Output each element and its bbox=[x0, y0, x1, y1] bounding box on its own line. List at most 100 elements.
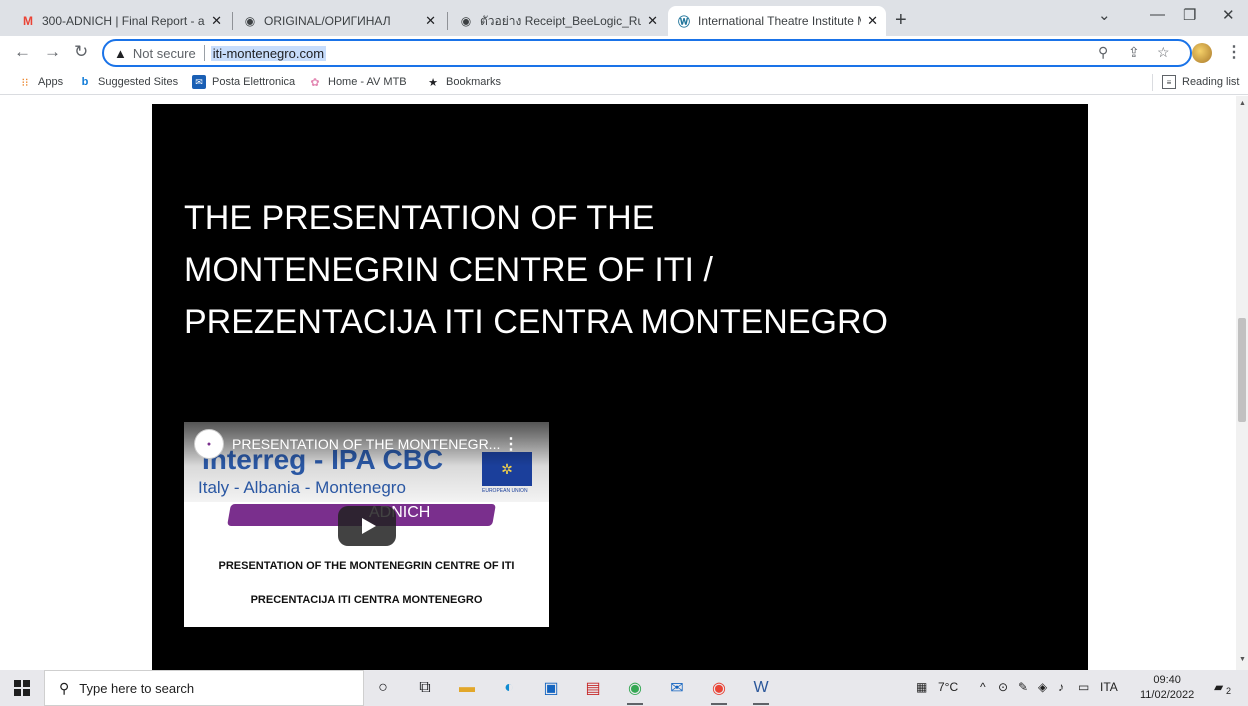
play-button[interactable] bbox=[338, 506, 396, 546]
tab-iti-active[interactable]: Ⓦ International Theatre Institute M ✕ bbox=[668, 6, 886, 36]
gift-icon[interactable]: ▤ bbox=[582, 677, 604, 699]
mail-icon: ✉ bbox=[192, 75, 206, 89]
video-caption-en: PRESENTATION OF THE MONTENEGRIN CENTRE O… bbox=[218, 560, 515, 572]
store-icon[interactable]: ▣ bbox=[540, 677, 562, 699]
kebab-menu-icon[interactable]: ⋮ bbox=[1226, 42, 1242, 62]
browser-toolbar: ← → ↻ ▲ Not secure iti-montenegro.com ⚲ … bbox=[0, 36, 1248, 70]
notification-center-icon[interactable]: ▰ bbox=[1214, 680, 1223, 694]
bookmark-star-icon[interactable]: ☆ bbox=[1157, 44, 1170, 61]
pen-icon[interactable]: ✎ bbox=[1018, 680, 1028, 694]
zoom-icon[interactable]: ⚲ bbox=[1098, 44, 1108, 61]
share-icon[interactable]: ⇪ bbox=[1128, 44, 1140, 61]
tab-search-chevron-icon[interactable]: ⌄ bbox=[1098, 6, 1111, 24]
bookmarks-bar: ⁝⁝ Apps b Suggested Sites ✉ Posta Elettr… bbox=[0, 70, 1248, 95]
minimize-button[interactable]: — bbox=[1150, 6, 1165, 23]
heading-line: PREZENTACIJA ITI CENTRA MONTENEGRO bbox=[184, 303, 888, 341]
bookmark-label: Home - AV MTB bbox=[328, 76, 407, 88]
divider bbox=[203, 45, 205, 61]
reading-list-label: Reading list bbox=[1182, 76, 1240, 88]
language-indicator[interactable]: ITA bbox=[1100, 680, 1118, 694]
chrome-icon[interactable]: ◉ bbox=[624, 677, 646, 705]
battery-icon[interactable]: ▭ bbox=[1078, 680, 1089, 694]
divider bbox=[1152, 74, 1153, 91]
chrome-profile-icon[interactable]: ◉ bbox=[708, 677, 730, 705]
page-viewport: THE PRESENTATION OF THE MONTENEGRIN CENT… bbox=[0, 96, 1236, 670]
weather-icon[interactable]: ▦ bbox=[916, 680, 927, 694]
clock-date: 11/02/2022 bbox=[1140, 689, 1195, 701]
warning-icon[interactable]: ▲ bbox=[114, 46, 127, 61]
bookmark-bookmarks[interactable]: ★ Bookmarks bbox=[426, 75, 501, 89]
channel-avatar[interactable]: ● bbox=[194, 429, 224, 459]
mail-app-icon[interactable]: ✉ bbox=[666, 677, 688, 699]
close-icon[interactable]: ✕ bbox=[867, 13, 878, 29]
tab-strip: M 300-ADNICH | Final Report - ang ✕ ◉ OR… bbox=[0, 0, 1248, 36]
scrollbar-thumb[interactable] bbox=[1238, 318, 1246, 422]
bookmark-apps[interactable]: ⁝⁝ Apps bbox=[18, 75, 64, 89]
tab-title: ORIGINAL/ОРИГИНАЛ bbox=[264, 14, 391, 28]
forward-arrow-icon[interactable]: → bbox=[44, 42, 61, 62]
weather-temp[interactable]: 7°C bbox=[938, 680, 958, 694]
tab-gmail[interactable]: M 300-ADNICH | Final Report - ang ✕ bbox=[12, 6, 230, 36]
apps-grid-icon: ⁝⁝ bbox=[21, 76, 29, 89]
url-text[interactable]: iti-montenegro.com bbox=[210, 45, 327, 61]
bookmark-label: Suggested Sites bbox=[98, 76, 179, 88]
close-window-button[interactable]: ✕ bbox=[1222, 6, 1235, 24]
scroll-up-arrow-icon[interactable]: ▲ bbox=[1239, 100, 1246, 107]
edge-icon[interactable]: ◐ bbox=[498, 677, 520, 699]
region-text: Italy - Albania - Montenegro bbox=[198, 478, 406, 497]
bookmark-label: Bookmarks bbox=[446, 76, 502, 88]
close-icon[interactable]: ✕ bbox=[211, 13, 222, 29]
profile-avatar[interactable] bbox=[1192, 43, 1212, 63]
tab-title: 300-ADNICH | Final Report - ang bbox=[42, 14, 206, 28]
bookmark-label: Posta Elettronica bbox=[212, 76, 296, 88]
word-icon[interactable]: W bbox=[750, 677, 772, 705]
bookmark-suggested-sites[interactable]: b Suggested Sites bbox=[78, 75, 179, 89]
close-icon[interactable]: ✕ bbox=[425, 13, 436, 29]
video-title-bar: ● PRESENTATION OF THE MONTENEGR... ⋮ bbox=[184, 422, 549, 466]
video-more-icon[interactable]: ⋮ bbox=[503, 434, 519, 454]
system-clock[interactable]: 09:40 11/02/2022 bbox=[1140, 673, 1194, 703]
scroll-down-arrow-icon[interactable]: ▼ bbox=[1239, 656, 1246, 663]
windows-start-icon[interactable] bbox=[14, 680, 30, 696]
taskbar-search-box[interactable]: ⚲ Type here to search bbox=[44, 670, 364, 706]
volume-icon[interactable]: ♪ bbox=[1058, 680, 1064, 694]
security-label[interactable]: Not secure bbox=[133, 46, 196, 61]
file-explorer-icon[interactable]: ▬ bbox=[456, 677, 478, 699]
flower-icon: ✿ bbox=[310, 76, 320, 89]
clock-time: 09:40 bbox=[1153, 674, 1181, 686]
reading-list-button[interactable]: ≡ Reading list bbox=[1162, 75, 1239, 89]
bookmark-label: Apps bbox=[38, 76, 64, 88]
page-heading: THE PRESENTATION OF THE MONTENEGRIN CENT… bbox=[184, 192, 1064, 348]
reload-icon[interactable]: ↻ bbox=[74, 42, 88, 62]
reading-list-icon: ≡ bbox=[1162, 75, 1176, 89]
star-icon: ★ bbox=[428, 76, 438, 89]
tab-divider bbox=[447, 12, 448, 30]
close-icon[interactable]: ✕ bbox=[647, 13, 658, 29]
bing-icon: b bbox=[81, 76, 89, 88]
tray-chevron-icon[interactable]: ^ bbox=[980, 680, 986, 694]
bookmark-posta-elettronica[interactable]: ✉ Posta Elettronica bbox=[192, 75, 295, 89]
video-title[interactable]: PRESENTATION OF THE MONTENEGR... bbox=[232, 436, 503, 452]
search-icon: ⚲ bbox=[59, 679, 70, 696]
vertical-scrollbar[interactable]: ▲ ▼ bbox=[1236, 96, 1248, 670]
new-tab-button[interactable]: + bbox=[895, 9, 907, 32]
youtube-video-embed[interactable]: Interreg - IPA CBC Italy - Albania - Mon… bbox=[184, 422, 549, 627]
tab-receipt[interactable]: ◉ ตัวอย่าง Receipt_BeeLogic_Ruenru ✕ bbox=[450, 6, 666, 36]
cortana-icon[interactable]: ○ bbox=[372, 677, 394, 699]
tab-divider bbox=[232, 12, 233, 30]
bookmark-home-av-mtb[interactable]: ✿ Home - AV MTB bbox=[308, 75, 407, 89]
restore-button[interactable]: ❐ bbox=[1183, 6, 1196, 24]
heading-line: MONTENEGRIN CENTRE OF ITI / bbox=[184, 251, 713, 289]
globe-icon: ◉ bbox=[244, 14, 256, 28]
gmail-icon: M bbox=[23, 14, 33, 28]
meet-now-icon[interactable]: ⊙ bbox=[998, 680, 1008, 694]
tab-title: ตัวอย่าง Receipt_BeeLogic_Ruenru bbox=[480, 13, 642, 28]
network-icon[interactable]: ◈ bbox=[1038, 680, 1047, 694]
search-placeholder: Type here to search bbox=[79, 680, 195, 696]
tab-original[interactable]: ◉ ORIGINAL/ОРИГИНАЛ ✕ bbox=[234, 6, 444, 36]
address-bar[interactable]: ▲ Not secure iti-montenegro.com bbox=[102, 39, 1192, 67]
globe-icon: ◉ bbox=[460, 14, 472, 28]
back-arrow-icon[interactable]: ← bbox=[14, 42, 31, 62]
wordpress-icon: Ⓦ bbox=[677, 14, 690, 29]
task-view-icon[interactable]: ⧉ bbox=[414, 677, 436, 699]
